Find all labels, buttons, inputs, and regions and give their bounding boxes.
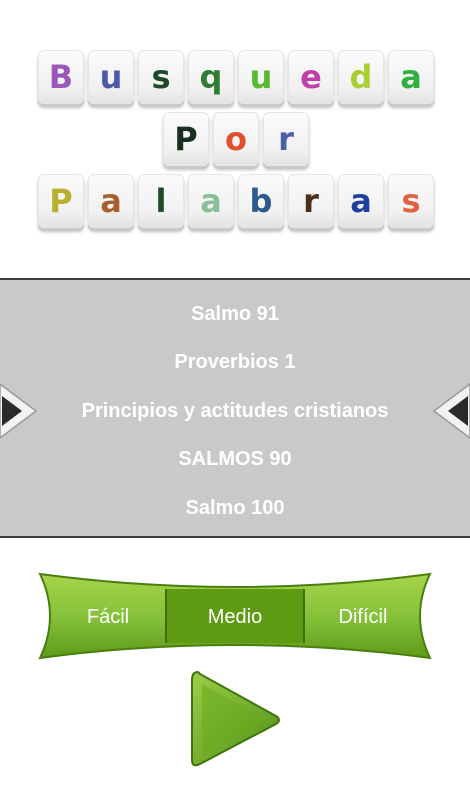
title-tile: P bbox=[38, 174, 84, 228]
title-letter: d bbox=[349, 58, 373, 96]
title-letter: a bbox=[400, 58, 422, 96]
title-letter: q bbox=[199, 58, 223, 96]
title-letter: a bbox=[100, 182, 122, 220]
difficulty-medium-button[interactable]: Medio bbox=[167, 591, 303, 643]
title-row-busqueda: B u s q u e d a bbox=[0, 50, 470, 108]
topic-item-selected[interactable]: Principios y actitudes cristianos bbox=[0, 399, 470, 423]
title-tile: d bbox=[338, 50, 384, 104]
title-row-palabras: P a l a b r a s bbox=[0, 174, 470, 232]
title-tile: a bbox=[188, 174, 234, 228]
title-letter: r bbox=[303, 182, 319, 220]
title-letter: l bbox=[155, 182, 167, 220]
title-letter: a bbox=[350, 182, 372, 220]
title-tile: B bbox=[38, 50, 84, 104]
title-tile: P bbox=[163, 112, 209, 166]
title-letter: r bbox=[278, 120, 294, 158]
title-tile: r bbox=[263, 112, 309, 166]
triangle-right-icon bbox=[432, 383, 470, 439]
topic-item[interactable]: SALMOS 90 bbox=[0, 447, 470, 471]
topic-item[interactable]: Proverbios 1 bbox=[0, 350, 470, 374]
title-letter: u bbox=[249, 58, 273, 96]
title-letter: P bbox=[49, 182, 73, 220]
title-tile: b bbox=[238, 174, 284, 228]
title-tile: o bbox=[213, 112, 259, 166]
title-letter: P bbox=[174, 120, 198, 158]
play-icon bbox=[191, 670, 280, 767]
title-letter: o bbox=[225, 120, 247, 158]
title-letter: B bbox=[48, 58, 74, 96]
title-tile: s bbox=[388, 174, 434, 228]
carousel-prev-button[interactable] bbox=[0, 376, 38, 446]
title-tile: a bbox=[338, 174, 384, 228]
title-tile: a bbox=[388, 50, 434, 104]
difficulty-easy-button[interactable]: Fácil bbox=[50, 591, 166, 643]
title-tile: u bbox=[88, 50, 134, 104]
difficulty-hard-button[interactable]: Difícil bbox=[304, 591, 422, 643]
topic-carousel[interactable]: Salmo 91 Proverbios 1 Principios y actit… bbox=[0, 278, 470, 538]
title-letter: a bbox=[200, 182, 222, 220]
play-button[interactable] bbox=[186, 666, 286, 774]
topic-item[interactable]: Salmo 100 bbox=[0, 496, 470, 520]
title-letter: s bbox=[151, 58, 171, 96]
title-letter: s bbox=[401, 182, 421, 220]
title-letter: e bbox=[300, 58, 322, 96]
game-title: B u s q u e d a P o r P a l a b r a s bbox=[0, 0, 470, 240]
title-row-por: P o r bbox=[0, 112, 470, 170]
title-tile: a bbox=[88, 174, 134, 228]
title-tile: q bbox=[188, 50, 234, 104]
topic-item[interactable]: Salmo 91 bbox=[0, 302, 470, 326]
title-tile: u bbox=[238, 50, 284, 104]
triangle-left-icon bbox=[0, 383, 38, 439]
difficulty-selector[interactable]: Fácil Medio Difícil bbox=[30, 570, 440, 662]
title-letter: u bbox=[99, 58, 123, 96]
title-tile: r bbox=[288, 174, 334, 228]
title-tile: s bbox=[138, 50, 184, 104]
carousel-next-button[interactable] bbox=[432, 376, 470, 446]
title-tile: l bbox=[138, 174, 184, 228]
title-tile: e bbox=[288, 50, 334, 104]
title-letter: b bbox=[249, 182, 273, 220]
